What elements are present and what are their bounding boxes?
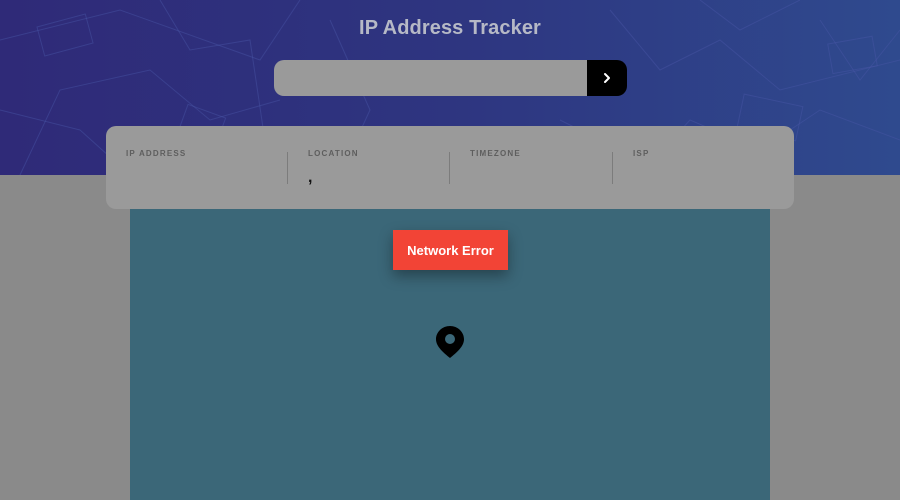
search-submit-button[interactable] <box>587 60 627 96</box>
ip-address-label: IP ADDRESS <box>126 149 187 158</box>
location-pin-icon[interactable] <box>435 325 465 359</box>
info-divider <box>287 152 288 184</box>
page-title: IP Address Tracker <box>359 17 541 39</box>
ip-search-input[interactable] <box>274 60 587 96</box>
search-bar <box>274 60 627 96</box>
timezone-label: TIMEZONE <box>470 149 521 158</box>
info-divider <box>449 152 450 184</box>
ip-info-card: IP ADDRESS LOCATION , TIMEZONE ISP <box>106 126 794 209</box>
location-value: , <box>308 169 313 186</box>
location-label: LOCATION <box>308 149 359 158</box>
isp-label: ISP <box>633 149 650 158</box>
info-divider <box>612 152 613 184</box>
chevron-right-icon <box>604 73 610 83</box>
network-error-toast: Network Error <box>393 230 508 270</box>
